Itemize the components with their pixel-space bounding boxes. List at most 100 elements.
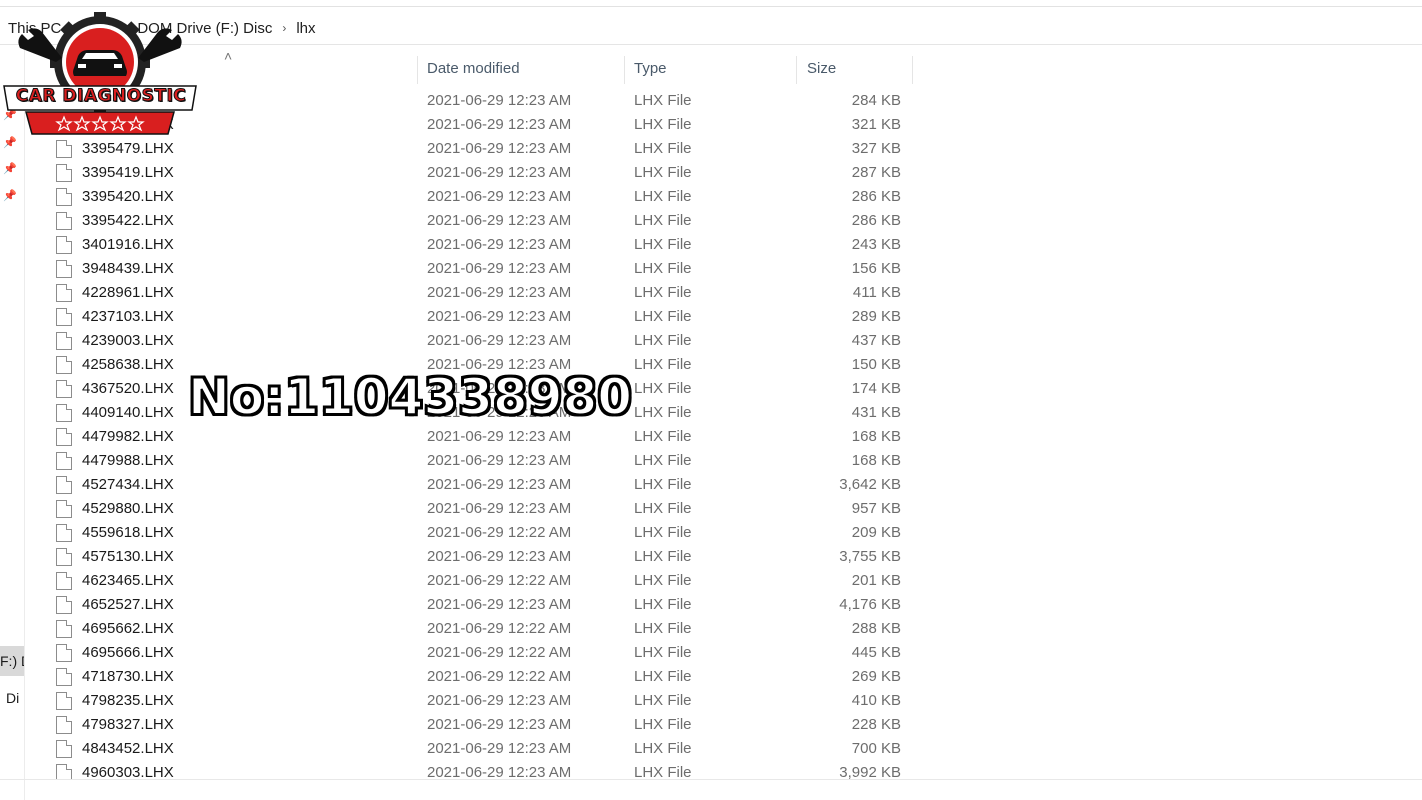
file-row[interactable]: 4798327.LHX 2021-06-29 12:23 AM LHX File 22… bbox=[0, 713, 1422, 737]
column-header-date[interactable]: Date modified bbox=[427, 56, 520, 84]
file-size: 411 KB bbox=[852, 284, 901, 301]
file-icon bbox=[56, 164, 72, 182]
file-row[interactable]: 4237103.LHX 2021-06-29 12:23 AM LHX File 28… bbox=[0, 305, 1422, 329]
column-header-size[interactable]: Size bbox=[807, 56, 836, 84]
file-icon bbox=[56, 332, 72, 350]
file-row[interactable]: 4228961.LHX 2021-06-29 12:23 AM LHX File 41… bbox=[0, 281, 1422, 305]
file-date-modified: 2021-06-29 12:23 AM bbox=[427, 212, 572, 229]
file-name: 4559618.LHX bbox=[82, 524, 174, 541]
file-name: 4798327.LHX bbox=[82, 716, 174, 733]
file-row[interactable]: 3395419.LHX 2021-06-29 12:23 AM LHX File 28… bbox=[0, 161, 1422, 185]
file-size: 168 KB bbox=[851, 452, 901, 469]
file-type: LHX File bbox=[634, 452, 692, 469]
column-divider[interactable] bbox=[912, 56, 913, 84]
column-divider[interactable] bbox=[417, 56, 418, 84]
file-size: 289 KB bbox=[851, 308, 901, 325]
file-size: 437 KB bbox=[851, 332, 901, 349]
file-name: 4228961.LHX bbox=[82, 284, 174, 301]
file-size: 288 KB bbox=[851, 620, 901, 637]
file-icon bbox=[56, 308, 72, 326]
file-row[interactable]: 4960303.LHX 2021-06-29 12:23 AM LHX File 3,… bbox=[0, 761, 1422, 779]
file-row[interactable]: 4718730.LHX 2021-06-29 12:22 AM LHX File 26… bbox=[0, 665, 1422, 689]
file-type: LHX File bbox=[634, 404, 692, 421]
file-type: LHX File bbox=[634, 764, 692, 779]
file-date-modified: 2021-06-29 12:22 AM bbox=[427, 572, 572, 589]
file-name: 4479988.LHX bbox=[82, 452, 174, 469]
file-date-modified: 2021-06-29 12:23 AM bbox=[427, 500, 572, 517]
file-row[interactable]: 3395420.LHX 2021-06-29 12:23 AM LHX File 28… bbox=[0, 185, 1422, 209]
file-row[interactable]: 3401916.LHX 2021-06-29 12:23 AM LHX File 24… bbox=[0, 233, 1422, 257]
file-icon bbox=[56, 548, 72, 566]
file-name: 4258638.LHX bbox=[82, 356, 174, 373]
file-type: LHX File bbox=[634, 284, 692, 301]
column-divider[interactable] bbox=[796, 56, 797, 84]
file-icon bbox=[56, 764, 72, 779]
logo-graphic bbox=[3, 12, 197, 135]
file-name: 4529880.LHX bbox=[82, 500, 174, 517]
file-type: LHX File bbox=[634, 212, 692, 229]
file-type: LHX File bbox=[634, 620, 692, 637]
file-type: LHX File bbox=[634, 164, 692, 181]
file-row[interactable]: 4239003.LHX 2021-06-29 12:23 AM LHX File 43… bbox=[0, 329, 1422, 353]
file-date-modified: 2021-06-29 12:23 AM bbox=[427, 764, 572, 779]
file-row[interactable]: 4798235.LHX 2021-06-29 12:23 AM LHX File 41… bbox=[0, 689, 1422, 713]
file-type: LHX File bbox=[634, 260, 692, 277]
file-row[interactable]: 4559618.LHX 2021-06-29 12:22 AM LHX File 20… bbox=[0, 521, 1422, 545]
file-name: 3395419.LHX bbox=[82, 164, 174, 181]
file-type: LHX File bbox=[634, 140, 692, 157]
file-name: 3401916.LHX bbox=[82, 236, 174, 253]
breadcrumb-lhx[interactable]: lhx bbox=[296, 20, 315, 37]
file-icon bbox=[56, 356, 72, 374]
file-size: 327 KB bbox=[851, 140, 901, 157]
file-size: 957 KB bbox=[851, 500, 901, 517]
file-type: LHX File bbox=[634, 524, 692, 541]
file-type: LHX File bbox=[634, 572, 692, 589]
file-size: 3,642 KB bbox=[839, 476, 901, 493]
file-row[interactable]: 3395418.LHX2021-06-29 12:23 AMLHX File32… bbox=[0, 113, 1422, 137]
file-row[interactable]: 4843452.LHX 2021-06-29 12:23 AM LHX File 70… bbox=[0, 737, 1422, 761]
file-row[interactable]: 4652527.LHX 2021-06-29 12:23 AM LHX File 4,… bbox=[0, 593, 1422, 617]
file-row[interactable]: 4695662.LHX 2021-06-29 12:22 AM LHX File 28… bbox=[0, 617, 1422, 641]
file-size: 228 KB bbox=[851, 716, 901, 733]
file-type: LHX File bbox=[634, 740, 692, 757]
file-size: 445 KB bbox=[851, 644, 901, 661]
file-row[interactable]: 3395417.LHX2021-06-29 12:23 AMLHX File28… bbox=[0, 89, 1422, 113]
file-type: LHX File bbox=[634, 548, 692, 565]
file-icon bbox=[56, 740, 72, 758]
file-icon bbox=[56, 452, 72, 470]
file-row[interactable]: 3948439.LHX 2021-06-29 12:23 AM LHX File 15… bbox=[0, 257, 1422, 281]
file-name: 4479982.LHX bbox=[82, 428, 174, 445]
file-row[interactable]: 4695666.LHX 2021-06-29 12:22 AM LHX File 44… bbox=[0, 641, 1422, 665]
file-date-modified: 2021-06-29 12:23 AM bbox=[427, 116, 572, 133]
car-diagnostic-logo: CAR DIAGNOSTIC bbox=[2, 12, 198, 152]
address-bar[interactable]: This PC › DOM Drive (F:) Disc › lhx bbox=[0, 12, 1422, 45]
file-size: 269 KB bbox=[851, 668, 901, 685]
file-row[interactable]: 4623465.LHX 2021-06-29 12:22 AM LHX File 20… bbox=[0, 569, 1422, 593]
file-row[interactable]: 3395422.LHX 2021-06-29 12:23 AM LHX File 28… bbox=[0, 209, 1422, 233]
file-row[interactable]: 4529880.LHX 2021-06-29 12:23 AM LHX File 95… bbox=[0, 497, 1422, 521]
file-type: LHX File bbox=[634, 668, 692, 685]
file-name: 4527434.LHX bbox=[82, 476, 174, 493]
chevron-right-icon[interactable]: › bbox=[282, 21, 286, 35]
file-name: 4798235.LHX bbox=[82, 692, 174, 709]
file-row[interactable]: 4479988.LHX 2021-06-29 12:23 AM LHX File 16… bbox=[0, 449, 1422, 473]
file-name: 4237103.LHX bbox=[82, 308, 174, 325]
file-icon bbox=[56, 572, 72, 590]
file-type: LHX File bbox=[634, 188, 692, 205]
column-divider[interactable] bbox=[624, 56, 625, 84]
file-row[interactable]: 3395479.LHX 2021-06-29 12:23 AM LHX File 32… bbox=[0, 137, 1422, 161]
file-icon bbox=[56, 716, 72, 734]
file-row[interactable]: 4575130.LHX 2021-06-29 12:23 AM LHX File 3,… bbox=[0, 545, 1422, 569]
file-size: 168 KB bbox=[851, 428, 901, 445]
file-name: 4960303.LHX bbox=[82, 764, 174, 779]
file-date-modified: 2021-06-29 12:23 AM bbox=[427, 596, 572, 613]
file-name: 4623465.LHX bbox=[82, 572, 174, 589]
file-row[interactable]: 4479982.LHX 2021-06-29 12:23 AM LHX File 16… bbox=[0, 425, 1422, 449]
file-icon bbox=[56, 428, 72, 446]
watermark-number: No:1104338980 bbox=[187, 367, 633, 427]
column-header-type[interactable]: Type bbox=[634, 56, 667, 84]
file-row[interactable]: 4527434.LHX 2021-06-29 12:23 AM LHX File 3,… bbox=[0, 473, 1422, 497]
file-name: 4718730.LHX bbox=[82, 668, 174, 685]
file-icon bbox=[56, 692, 72, 710]
file-size: 286 KB bbox=[851, 212, 901, 229]
